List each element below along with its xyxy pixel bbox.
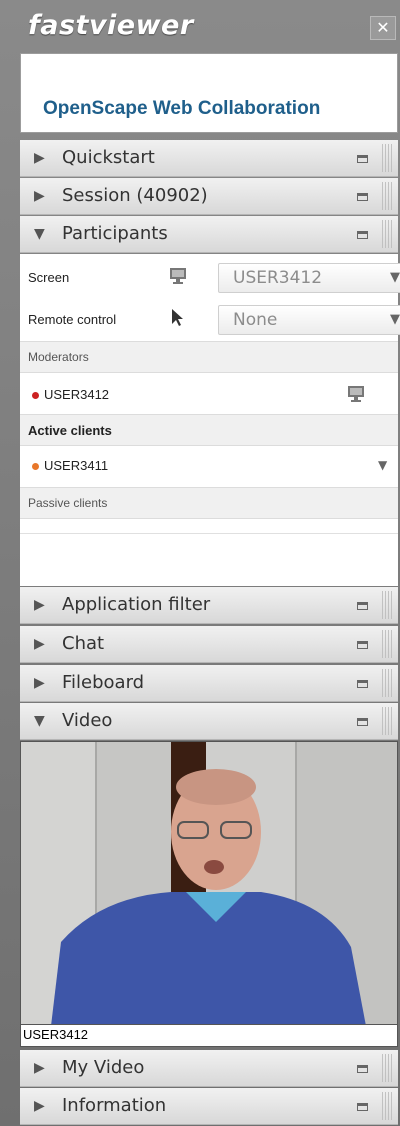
close-icon: ✕ [376,18,390,37]
passive-clients-header: Passive clients [20,487,398,519]
title-bar[interactable]: fastviewer ✕ [0,0,400,50]
drag-grip-icon[interactable] [382,144,394,172]
section-participants[interactable]: ▼ Participants [20,216,398,253]
minimize-icon[interactable] [357,1103,368,1111]
section-label: Chat [62,633,105,654]
active-client-row[interactable]: USER3411 ▼ [20,446,398,486]
section-label: Video [62,710,113,731]
section-my-video[interactable]: ▶ My Video [20,1050,398,1087]
list-item: USER3411 [32,458,108,473]
active-clients-header: Active clients [20,414,398,446]
minimize-icon[interactable] [357,602,368,610]
section-video[interactable]: ▼ Video [20,703,398,740]
app-frame: fastviewer ✕ OpenScape Web Collaboration… [0,0,400,1126]
minimize-icon[interactable] [357,231,368,239]
remote-control-value: None [233,310,278,330]
chevron-down-icon[interactable]: ▼ [378,458,387,472]
passive-clients-header-label: Passive clients [28,496,108,510]
close-button[interactable]: ✕ [370,16,396,40]
active-client-name: USER3411 [44,458,109,473]
triangle-down-icon: ▼ [34,713,45,729]
status-dot [32,463,39,471]
minimize-icon[interactable] [357,680,368,688]
active-clients-header-label: Active clients [28,423,112,438]
triangle-right-icon: ▶ [34,636,45,652]
video-feed[interactable] [20,741,398,1025]
passive-clients-list [20,519,398,534]
section-application-filter[interactable]: ▶ Application filter [20,587,398,624]
moderator-row[interactable]: USER3412 [20,374,398,414]
drag-grip-icon[interactable] [382,669,394,697]
minimize-icon[interactable] [357,641,368,649]
minimize-icon[interactable] [357,1065,368,1073]
section-label: Session (40902) [62,185,208,206]
triangle-right-icon: ▶ [34,188,45,204]
triangle-right-icon: ▶ [34,1098,45,1114]
banner-text: OpenScape Web Collaboration [43,98,321,119]
remote-control-label: Remote control [28,312,117,327]
screen-label: Screen [28,270,70,285]
drag-grip-icon[interactable] [382,630,394,658]
video-caption: USER3412 [20,1025,398,1047]
screen-select[interactable]: USER3412 ▼ [218,263,400,293]
triangle-right-icon: ▶ [34,1060,45,1076]
section-session[interactable]: ▶ Session (40902) [20,178,398,215]
section-information[interactable]: ▶ Information [20,1088,398,1125]
moderator-name: USER3412 [44,387,110,402]
triangle-right-icon: ▶ [34,597,45,613]
monitor-icon [346,384,366,408]
section-label: Quickstart [62,147,155,168]
app-title: fastviewer [28,10,194,41]
drag-grip-icon[interactable] [382,220,394,248]
chevron-down-icon: ▼ [390,270,400,285]
section-chat[interactable]: ▶ Chat [20,626,398,663]
drag-grip-icon[interactable] [382,1092,394,1120]
minimize-icon[interactable] [357,718,368,726]
brand-banner: OpenScape Web Collaboration [20,53,398,133]
cursor-icon [170,308,186,332]
section-label: Application filter [62,594,211,615]
moderators-header: Moderators [20,341,398,373]
section-fileboard[interactable]: ▶ Fileboard [20,665,398,702]
status-dot [32,392,39,400]
section-label: Information [62,1095,167,1116]
list-item: USER3412 [32,387,109,402]
drag-grip-icon[interactable] [382,1054,394,1082]
screen-select-value: USER3412 [233,268,323,288]
video-frame-image [21,742,397,1024]
drag-grip-icon[interactable] [382,591,394,619]
section-label: Fileboard [62,672,145,693]
section-label: Participants [62,223,168,244]
triangle-down-icon: ▼ [34,226,45,242]
chevron-down-icon: ▼ [390,312,400,327]
triangle-right-icon: ▶ [34,675,45,691]
minimize-icon[interactable] [357,155,368,163]
moderators-header-label: Moderators [28,350,89,364]
minimize-icon[interactable] [357,193,368,201]
remote-control-select[interactable]: None ▼ [218,305,400,335]
section-label: My Video [62,1057,145,1078]
drag-grip-icon[interactable] [382,182,394,210]
monitor-icon [168,266,188,290]
drag-grip-icon[interactable] [382,707,394,735]
triangle-right-icon: ▶ [34,150,45,166]
section-quickstart[interactable]: ▶ Quickstart [20,140,398,177]
